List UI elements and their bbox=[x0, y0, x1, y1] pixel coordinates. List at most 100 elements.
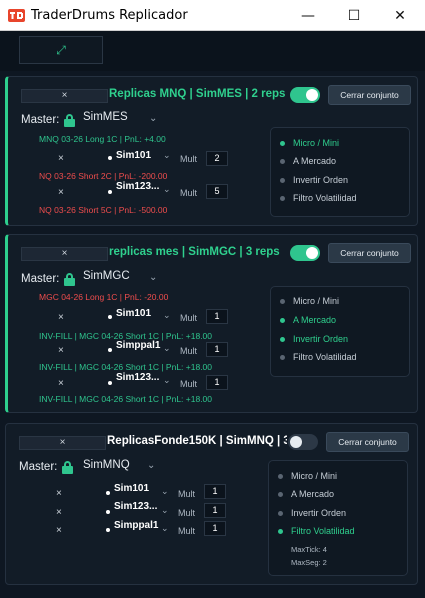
remove-sub-icon[interactable]: × bbox=[58, 312, 64, 323]
mult-label: Mult bbox=[180, 379, 198, 389]
option-a-mercado[interactable]: A Mercado bbox=[278, 489, 334, 499]
mult-input[interactable]: 1 bbox=[204, 503, 226, 518]
sub-position: INV-FILL | MGC 04-26 Short 1C | PnL: +18… bbox=[39, 362, 213, 372]
mult-label: Mult bbox=[178, 489, 196, 499]
group-enabled-toggle[interactable] bbox=[290, 87, 320, 103]
lock-icon[interactable] bbox=[62, 461, 73, 474]
clear-name-icon[interactable]: × bbox=[60, 437, 66, 448]
max-seg-value: MaxSeg: 2 bbox=[291, 558, 327, 567]
options-panel: Micro / Mini A Mercado Invertir Orden Fi… bbox=[268, 460, 408, 576]
status-dot bbox=[108, 348, 112, 352]
master-account-select[interactable]: SimMNQ bbox=[83, 459, 130, 471]
minimize-button[interactable]: — bbox=[285, 0, 331, 31]
mult-label: Mult bbox=[180, 346, 198, 356]
sub-position: NQ 03-26 Short 2C | PnL: -200.00 bbox=[39, 171, 168, 181]
close-group-button[interactable]: Cerrar conjunto bbox=[328, 243, 411, 263]
status-dot bbox=[108, 381, 112, 385]
clear-name-icon[interactable]: × bbox=[62, 248, 68, 259]
close-group-button[interactable]: Cerrar conjunto bbox=[328, 85, 411, 105]
mult-input[interactable]: 1 bbox=[206, 309, 228, 324]
mult-input[interactable]: 5 bbox=[206, 184, 228, 199]
group-title: replicas mes | SimMGC | 3 reps bbox=[109, 246, 280, 258]
chevron-down-icon[interactable]: ⌄ bbox=[163, 311, 171, 321]
sub-account-select[interactable]: Sim123... bbox=[114, 501, 157, 512]
group-name-input[interactable]: × bbox=[21, 247, 108, 261]
toggle-knob bbox=[290, 436, 302, 448]
master-account-select[interactable]: SimMES bbox=[83, 111, 128, 123]
master-label: Master: bbox=[21, 273, 60, 285]
option-a-mercado[interactable]: A Mercado bbox=[280, 315, 336, 325]
remove-sub-icon[interactable]: × bbox=[56, 507, 62, 518]
master-position: MGC 04-26 Long 1C | PnL: -20.00 bbox=[39, 292, 169, 302]
lock-icon[interactable] bbox=[64, 114, 75, 127]
chevron-down-icon[interactable]: ⌄ bbox=[161, 506, 169, 516]
chevron-down-icon[interactable]: ⌄ bbox=[163, 376, 171, 386]
mult-input[interactable]: 1 bbox=[204, 484, 226, 499]
remove-sub-icon[interactable]: × bbox=[56, 525, 62, 536]
option-invertir-orden[interactable]: Invertir Orden bbox=[280, 175, 348, 185]
chevron-down-icon[interactable]: ⌄ bbox=[163, 185, 171, 195]
chevron-down-icon[interactable]: ⌄ bbox=[149, 113, 157, 124]
option-micro-mini[interactable]: Micro / Mini bbox=[280, 296, 339, 306]
maximize-button[interactable]: ☐ bbox=[331, 0, 377, 31]
master-position: MNQ 03-26 Long 1C | PnL: +4.00 bbox=[39, 134, 166, 144]
option-filtro-volatilidad[interactable]: Filtro Volatilidad bbox=[280, 352, 357, 362]
group-enabled-toggle[interactable] bbox=[290, 245, 320, 261]
collapse-expand-button[interactable]: ⤢ bbox=[19, 36, 103, 64]
toggle-knob bbox=[306, 247, 318, 259]
close-window-button[interactable]: ✕ bbox=[377, 0, 423, 31]
remove-sub-icon[interactable]: × bbox=[58, 378, 64, 389]
app-logo-icon bbox=[8, 9, 25, 22]
chevron-down-icon[interactable]: ⌄ bbox=[149, 272, 157, 283]
option-invertir-orden[interactable]: Invertir Orden bbox=[278, 508, 346, 518]
sub-account-select[interactable]: Sim101 bbox=[116, 308, 151, 319]
option-filtro-volatilidad[interactable]: Filtro Volatilidad bbox=[280, 193, 357, 203]
sub-account-select[interactable]: Sim123... bbox=[116, 372, 159, 383]
option-micro-mini[interactable]: Micro / Mini bbox=[278, 471, 337, 481]
mult-label: Mult bbox=[180, 154, 198, 164]
group-name-input[interactable]: × bbox=[19, 436, 106, 450]
chevron-down-icon[interactable]: ⌄ bbox=[161, 524, 169, 534]
options-panel: Micro / Mini A Mercado Invertir Orden Fi… bbox=[270, 286, 410, 377]
status-dot bbox=[108, 156, 112, 160]
close-group-button[interactable]: Cerrar conjunto bbox=[326, 432, 409, 452]
mult-label: Mult bbox=[178, 508, 196, 518]
toolbar: ⤢ bbox=[0, 31, 425, 71]
max-tick-value: MaxTick: 4 bbox=[291, 545, 327, 554]
option-invertir-orden[interactable]: Invertir Orden bbox=[280, 334, 348, 344]
chevron-down-icon[interactable]: ⌄ bbox=[161, 487, 169, 497]
remove-sub-icon[interactable]: × bbox=[56, 488, 62, 499]
group-title: ReplicasFonde150K | SimMNQ | 3 reps bbox=[107, 435, 287, 447]
group-enabled-toggle[interactable] bbox=[288, 434, 318, 450]
master-label: Master: bbox=[21, 114, 60, 126]
remove-sub-icon[interactable]: × bbox=[58, 187, 64, 198]
mult-input[interactable]: 2 bbox=[206, 151, 228, 166]
remove-sub-icon[interactable]: × bbox=[58, 345, 64, 356]
option-a-mercado[interactable]: A Mercado bbox=[280, 156, 336, 166]
remove-sub-icon[interactable]: × bbox=[58, 153, 64, 164]
chevron-down-icon[interactable]: ⌄ bbox=[163, 151, 171, 161]
status-dot bbox=[106, 491, 110, 495]
mult-input[interactable]: 1 bbox=[204, 521, 226, 536]
mult-input[interactable]: 1 bbox=[206, 342, 228, 357]
master-account-select[interactable]: SimMGC bbox=[83, 270, 130, 282]
sub-position: INV-FILL | MGC 04-26 Short 1C | PnL: +18… bbox=[39, 394, 213, 404]
sub-account-select[interactable]: Sim123... bbox=[116, 181, 159, 192]
sub-account-select[interactable]: Sim101 bbox=[116, 150, 151, 161]
lock-icon[interactable] bbox=[64, 273, 75, 286]
toggle-knob bbox=[306, 89, 318, 101]
option-filtro-volatilidad[interactable]: Filtro Volatilidad bbox=[278, 526, 355, 536]
chevron-down-icon[interactable]: ⌄ bbox=[163, 344, 171, 354]
sub-account-select[interactable]: Simppal1 bbox=[116, 340, 160, 351]
window-title: TraderDrums Replicador bbox=[31, 8, 188, 23]
replica-group-card: × Replicas MNQ | SimMES | 2 reps Cerrar … bbox=[5, 76, 418, 226]
sub-account-select[interactable]: Sim101 bbox=[114, 483, 149, 494]
mult-input[interactable]: 1 bbox=[206, 375, 228, 390]
chevron-down-icon[interactable]: ⌄ bbox=[147, 460, 155, 471]
group-name-input[interactable]: × bbox=[21, 89, 108, 103]
clear-name-icon[interactable]: × bbox=[62, 90, 68, 101]
status-dot bbox=[108, 315, 112, 319]
sub-account-select[interactable]: Simppal1 bbox=[114, 520, 158, 531]
option-micro-mini[interactable]: Micro / Mini bbox=[280, 138, 339, 148]
replica-group-card: × replicas mes | SimMGC | 3 reps Cerrar … bbox=[5, 234, 418, 413]
